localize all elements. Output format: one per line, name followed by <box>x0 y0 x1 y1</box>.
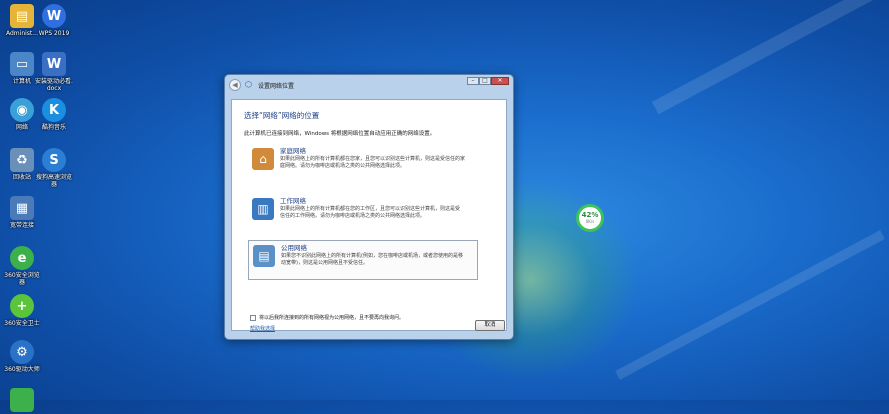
treat-all-public-checkbox[interactable] <box>250 314 256 321</box>
network-location-icon: ⬡ <box>245 80 252 89</box>
desktop-icon-360-guard[interactable]: + 360安全卫士 <box>0 294 44 327</box>
desktop-icon-word-doc[interactable]: W 安装驱动必看. docx <box>32 52 76 92</box>
option-work-network[interactable]: ▥ 工作网络 如果此网络上的所有计算机都在您的工作区，且您可以识别这些计算机，则… <box>248 194 478 234</box>
dialog-content: 选择“网络”网络的位置 此计算机已连接到网络，Windows 将根据网络位置自动… <box>231 99 507 332</box>
sogou-browser-icon: S <box>42 148 66 172</box>
wallpaper-streak <box>651 0 889 115</box>
desktop-icon-360-driver[interactable]: ⚙ 360驱动大师 <box>0 340 44 373</box>
desktop-icon-wps[interactable]: W WPS 2019 <box>32 4 76 37</box>
option-description: 如果此网络上的所有计算机都在您的工作区，且您可以识别这些计算机，则这是受 信任的… <box>280 206 461 219</box>
option-home-network[interactable]: ⌂ 家庭网络 如果此网络上的所有计算机都在您家，且您可以识别这些计算机，则这是受… <box>248 144 478 184</box>
dialog-titlebar[interactable]: ◀ ⬡ 设置网络位置 – □ ✕ <box>225 75 513 97</box>
option-description: 如果此网络上的所有计算机都在您家，且您可以识别这些计算机，则这是受信任的家 庭网… <box>280 156 466 169</box>
net-speed-widget[interactable]: 42% 0K/s <box>576 204 604 232</box>
cancel-button[interactable]: 取消 <box>475 320 505 331</box>
work-network-icon: ▥ <box>252 198 274 220</box>
widget-percent: 42% <box>581 211 599 219</box>
app-icon <box>10 388 34 412</box>
window-title: 设置网络位置 <box>258 82 295 90</box>
wallpaper-streak <box>615 230 885 380</box>
360-browser-icon: e <box>10 246 34 270</box>
home-network-icon: ⌂ <box>252 148 274 170</box>
back-button[interactable]: ◀ <box>229 79 241 91</box>
desktop-icon-broadband[interactable]: ▦ 宽带连接 <box>0 196 44 229</box>
360-guard-icon: + <box>10 294 34 318</box>
option-title: 工作网络 <box>280 197 306 205</box>
widget-speed: 0K/s <box>585 219 595 224</box>
word-doc-icon: W <box>42 52 66 76</box>
recycle-bin-icon: ♻ <box>10 148 34 172</box>
broadband-icon: ▦ <box>10 196 34 220</box>
dialog-intro: 此计算机已连接到网络，Windows 将根据网络位置自动应用正确的网络设置。 <box>244 131 436 137</box>
maximize-button[interactable]: □ <box>479 77 491 85</box>
desktop-icon-partial[interactable] <box>0 388 44 414</box>
checkbox-label: 将以后我所连接到的所有网络视为公用网络，且不要再向我询问。 <box>259 315 405 321</box>
desktop-icon-360-browser[interactable]: e 360安全浏览 器 <box>0 246 44 286</box>
360-driver-icon: ⚙ <box>10 340 34 364</box>
option-description: 如果您不识别此网络上的所有计算机(例如，您在咖啡店或机场，或者您使用的是移 动宽… <box>281 253 463 266</box>
public-network-icon: ▤ <box>253 245 275 267</box>
desktop-icon-sogou[interactable]: S 搜狗高速浏览 器 <box>32 148 76 188</box>
wps-icon: W <box>42 4 66 28</box>
help-me-choose-link[interactable]: 帮助我选择 <box>250 325 275 332</box>
kugou-icon: K <box>42 98 66 122</box>
treat-all-public-checkbox-row[interactable]: 将以后我所连接到的所有网络视为公用网络，且不要再向我询问。 <box>250 314 404 321</box>
user-folder-icon: ▤ <box>10 4 34 28</box>
option-public-network[interactable]: ▤ 公用网络 如果您不识别此网络上的所有计算机(例如，您在咖啡店或机场，或者您使… <box>248 240 478 280</box>
network-icon: ◉ <box>10 98 34 122</box>
option-title: 家庭网络 <box>280 147 306 155</box>
dialog-heading: 选择“网络”网络的位置 <box>244 111 320 120</box>
computer-icon: ▭ <box>10 52 34 76</box>
option-title: 公用网络 <box>281 244 307 252</box>
desktop-icon-kugou[interactable]: K 酷狗音乐 <box>32 98 76 131</box>
minimize-button[interactable]: – <box>467 77 479 85</box>
close-button[interactable]: ✕ <box>491 77 509 85</box>
set-network-location-dialog: ◀ ⬡ 设置网络位置 – □ ✕ 选择“网络”网络的位置 此计算机已连接到网络，… <box>224 74 514 340</box>
